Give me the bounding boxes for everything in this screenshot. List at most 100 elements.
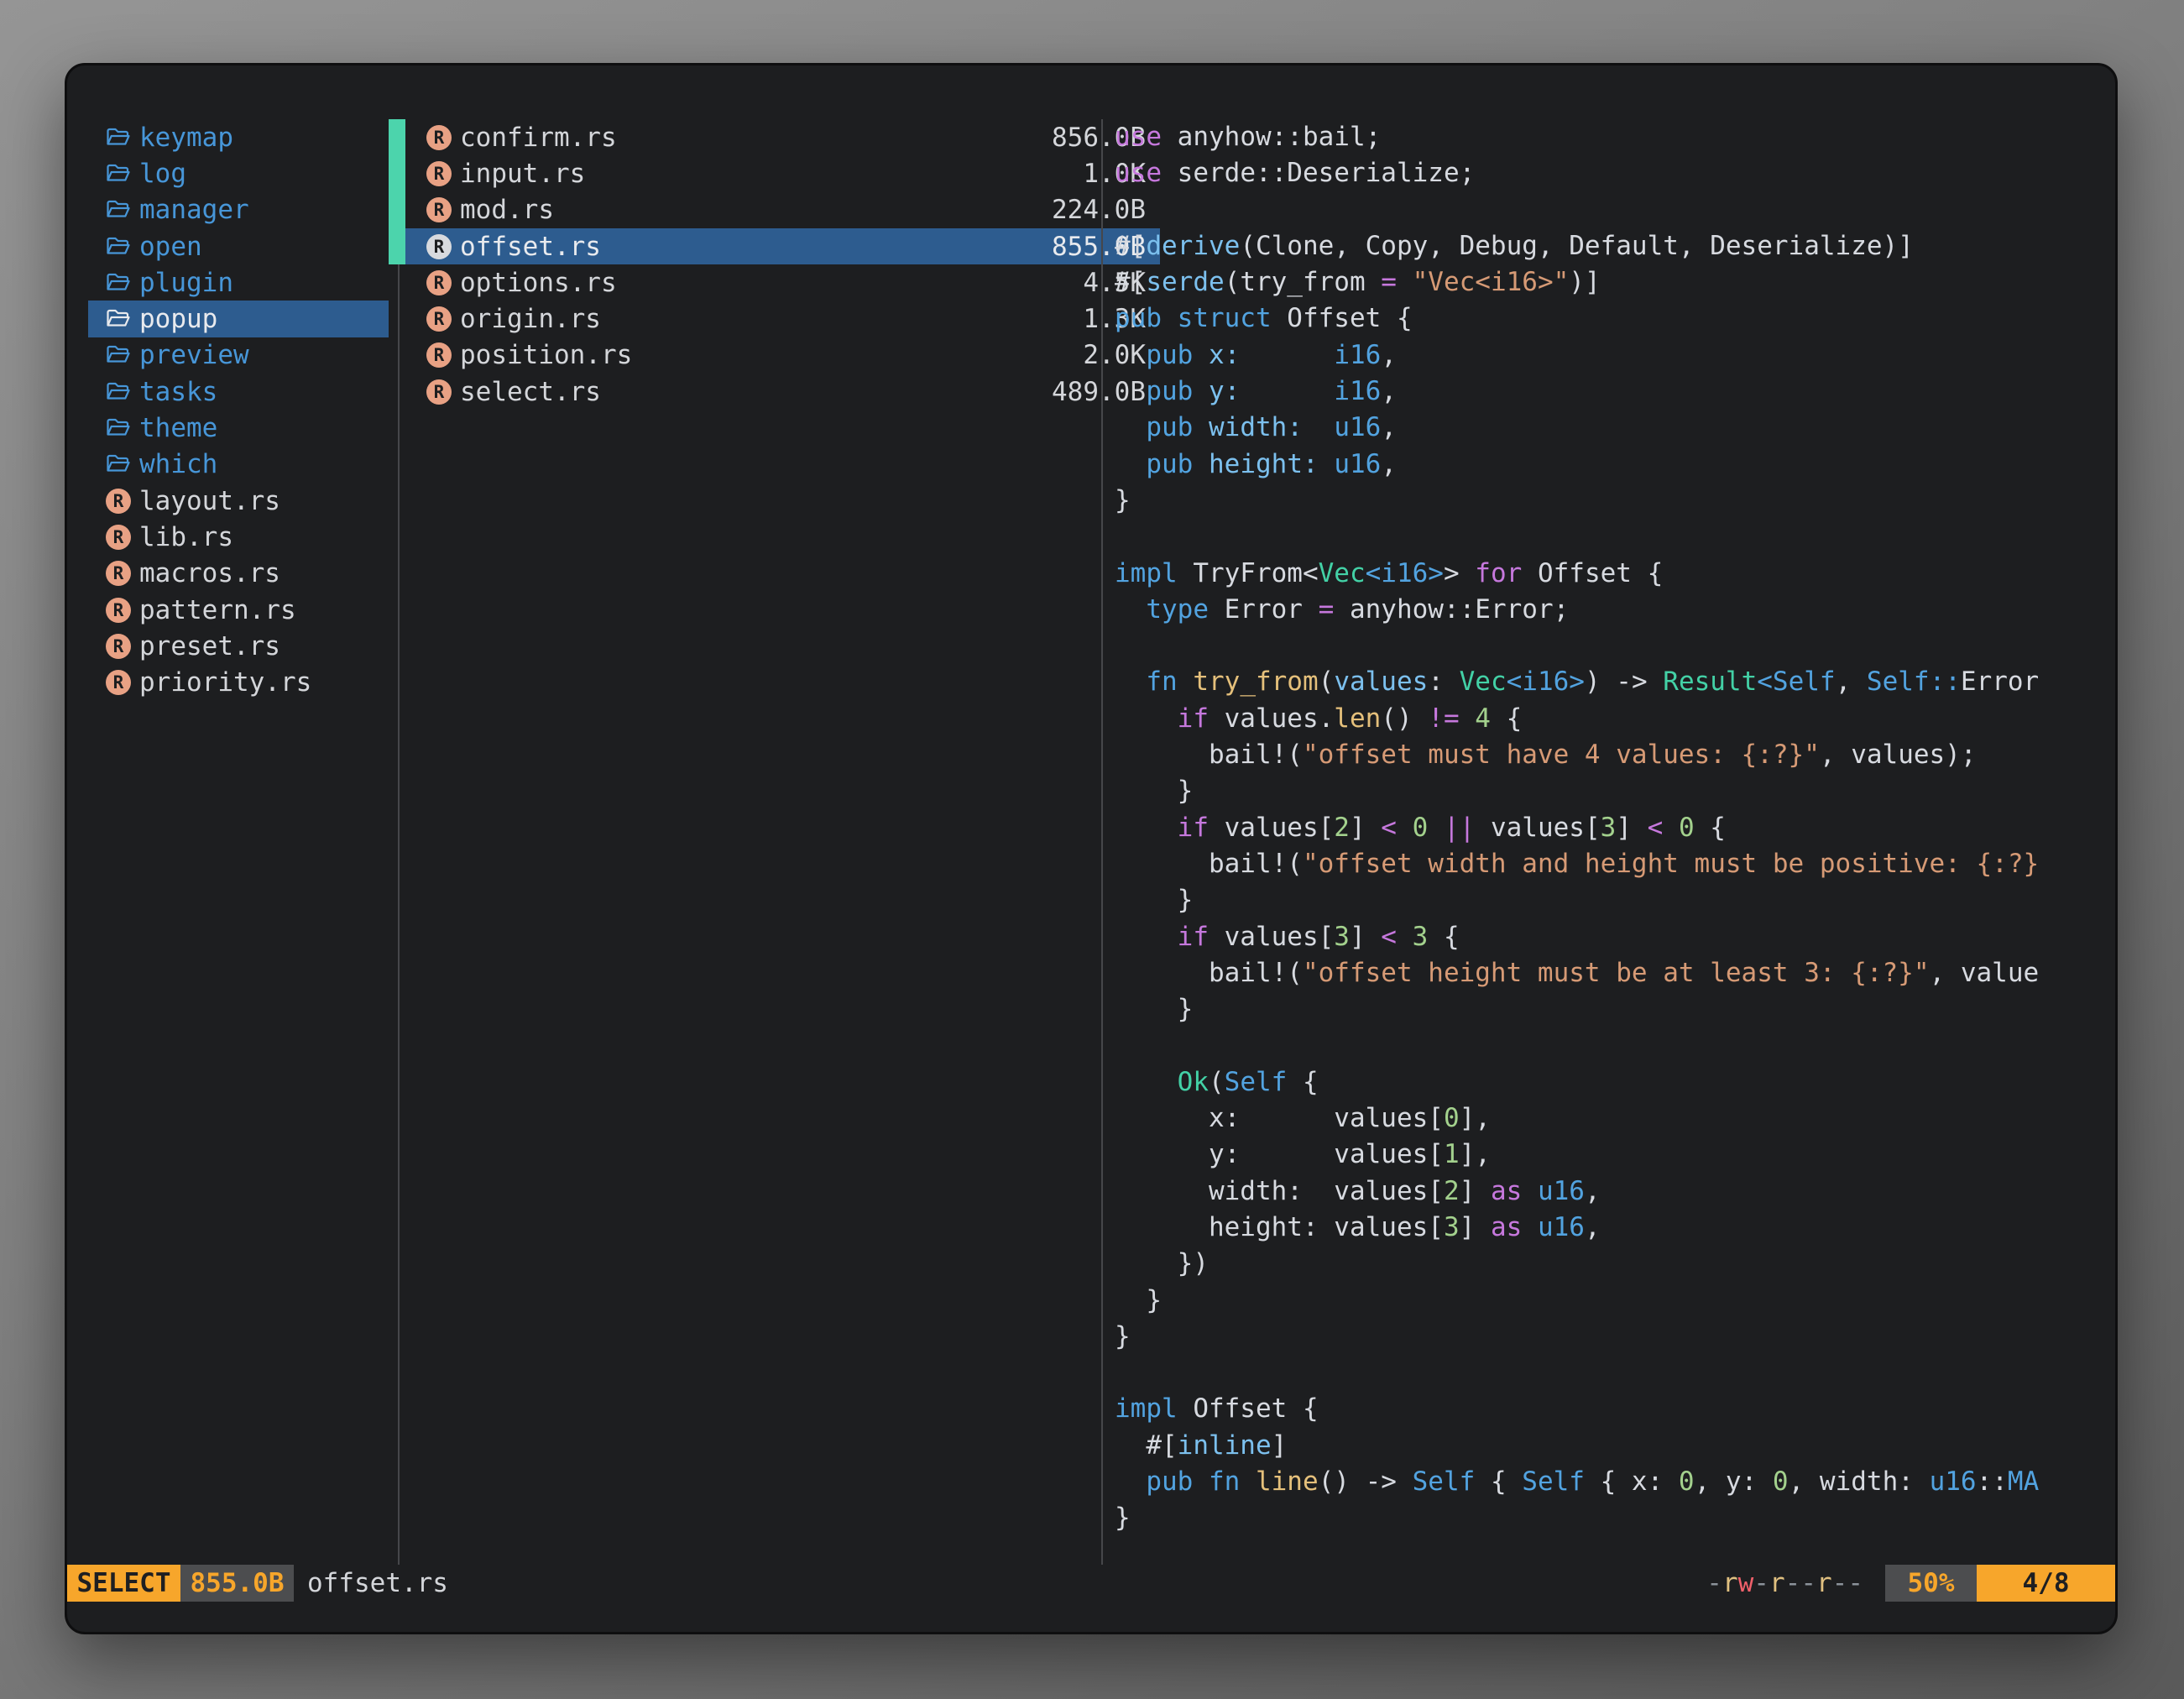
rust-icon: R <box>106 634 131 659</box>
parent-item-lib.rs[interactable]: Rlib.rs <box>88 519 389 555</box>
parent-item-pattern.rs[interactable]: Rpattern.rs <box>88 592 389 628</box>
item-label: preset.rs <box>139 631 280 661</box>
code-line <box>1115 1027 2118 1064</box>
mode-badge: SELECT <box>67 1565 180 1602</box>
file-name: offset.rs <box>460 232 601 262</box>
code-line: if values[2] < 0 || values[3] < 0 { <box>1115 810 2118 846</box>
item-label: open <box>139 232 202 262</box>
code-line: } <box>1115 882 2118 918</box>
parent-item-layout.rs[interactable]: Rlayout.rs <box>88 483 389 519</box>
file-row-offset.rs[interactable]: Roffset.rs855.0B <box>405 228 1160 264</box>
parent-item-plugin[interactable]: plugin <box>88 264 389 301</box>
code-line <box>1115 192 2118 228</box>
file-row-confirm.rs[interactable]: Rconfirm.rs856.0B <box>405 119 1160 155</box>
file-name: mod.rs <box>460 195 554 225</box>
code-line: pub width: u16, <box>1115 410 2118 446</box>
file-name: select.rs <box>460 377 601 407</box>
item-label: tasks <box>139 377 217 407</box>
code-line: type Error = anyhow::Error; <box>1115 592 2118 628</box>
code-line: #[serde(try_from = "Vec<i16>")] <box>1115 264 2118 301</box>
file-size-badge: 855.0B <box>180 1565 294 1602</box>
code-line: } <box>1115 1319 2118 1355</box>
parent-item-popup[interactable]: popup <box>88 301 389 337</box>
parent-item-log[interactable]: log <box>88 155 389 191</box>
code-line: }) <box>1115 1246 2118 1282</box>
file-name: origin.rs <box>460 304 601 334</box>
item-label: lib.rs <box>139 522 233 552</box>
file-name: input.rs <box>460 159 585 189</box>
parent-item-preview[interactable]: preview <box>88 337 389 374</box>
scroll-percent-badge: 50% <box>1885 1565 1977 1602</box>
item-label: macros.rs <box>139 558 280 588</box>
item-label: preview <box>139 340 249 370</box>
item-label: theme <box>139 413 217 443</box>
folder-icon <box>106 199 131 221</box>
code-line: bail!("offset width and height must be p… <box>1115 846 2118 882</box>
file-permissions: -rw-r--r-- <box>1706 1565 1863 1602</box>
current-pane: Rconfirm.rs856.0BRinput.rs1.0KRmod.rs224… <box>405 119 1160 410</box>
code-line: pub struct Offset { <box>1115 301 2118 337</box>
parent-item-macros.rs[interactable]: Rmacros.rs <box>88 556 389 592</box>
parent-item-manager[interactable]: manager <box>88 192 389 228</box>
file-row-position.rs[interactable]: Rposition.rs2.0K <box>405 337 1160 374</box>
rust-icon: R <box>426 270 452 295</box>
code-line: #[derive(Clone, Copy, Debug, Default, De… <box>1115 228 2118 264</box>
item-label: priority.rs <box>139 667 311 698</box>
code-line: x: values[0], <box>1115 1100 2118 1137</box>
code-line: fn try_from(values: Vec<i16>) -> Result<… <box>1115 664 2118 700</box>
code-line: bail!("offset must have 4 values: {:?}",… <box>1115 737 2118 773</box>
code-line: y: values[1], <box>1115 1137 2118 1173</box>
rust-icon: R <box>106 670 131 695</box>
file-row-origin.rs[interactable]: Rorigin.rs1.3K <box>405 301 1160 337</box>
file-name: confirm.rs <box>460 123 617 153</box>
code-line <box>1115 519 2118 555</box>
folder-icon <box>106 127 131 149</box>
file-row-options.rs[interactable]: Roptions.rs4.5K <box>405 264 1160 301</box>
code-line: width: values[2] as u16, <box>1115 1174 2118 1210</box>
cursor-position-badge: 4/8 <box>1977 1565 2115 1602</box>
code-line: impl TryFrom<Vec<i16>> for Offset { <box>1115 556 2118 592</box>
item-label: manager <box>139 195 249 225</box>
parent-pane: keymap log manager open plugin popup pre… <box>88 119 389 701</box>
rust-icon: R <box>106 525 131 550</box>
pane-separator-right <box>1101 119 1103 1565</box>
code-line: height: values[3] as u16, <box>1115 1210 2118 1246</box>
file-row-input.rs[interactable]: Rinput.rs1.0K <box>405 155 1160 191</box>
parent-item-preset.rs[interactable]: Rpreset.rs <box>88 628 389 664</box>
code-line <box>1115 628 2118 664</box>
file-row-mod.rs[interactable]: Rmod.rs224.0B <box>405 192 1160 228</box>
rust-icon: R <box>426 197 452 222</box>
yazi-file-manager-window: keymap log manager open plugin popup pre… <box>65 63 2118 1634</box>
folder-icon <box>106 417 131 439</box>
rust-icon: R <box>426 234 452 259</box>
parent-item-which[interactable]: which <box>88 447 389 483</box>
rust-icon: R <box>426 161 452 186</box>
code-line: } <box>1115 1500 2118 1536</box>
folder-icon <box>106 344 131 366</box>
parent-item-tasks[interactable]: tasks <box>88 374 389 410</box>
rust-icon: R <box>106 489 131 514</box>
parent-item-theme[interactable]: theme <box>88 410 389 446</box>
code-line: } <box>1115 1283 2118 1319</box>
status-bar: SELECT 855.0B offset.rs -rw-r--r-- 50% 4… <box>67 1565 2115 1602</box>
status-spacer <box>448 1565 1706 1602</box>
folder-icon <box>106 453 131 475</box>
pane-separator-left <box>398 119 400 1565</box>
parent-item-open[interactable]: open <box>88 228 389 264</box>
code-line <box>1115 1355 2118 1391</box>
code-line: if values.len() != 4 { <box>1115 701 2118 737</box>
code-line: } <box>1115 483 2118 519</box>
parent-item-priority.rs[interactable]: Rpriority.rs <box>88 664 389 700</box>
rust-icon: R <box>106 561 131 586</box>
rust-icon: R <box>426 342 452 368</box>
parent-item-keymap[interactable]: keymap <box>88 119 389 155</box>
file-name: options.rs <box>460 268 617 298</box>
code-line: pub y: i16, <box>1115 374 2118 410</box>
folder-icon <box>106 381 131 403</box>
file-row-select.rs[interactable]: Rselect.rs489.0B <box>405 374 1160 410</box>
rust-icon: R <box>426 125 452 150</box>
file-name: position.rs <box>460 340 632 370</box>
code-line: Ok(Self { <box>1115 1064 2118 1100</box>
rust-icon: R <box>426 379 452 405</box>
folder-icon <box>106 272 131 294</box>
